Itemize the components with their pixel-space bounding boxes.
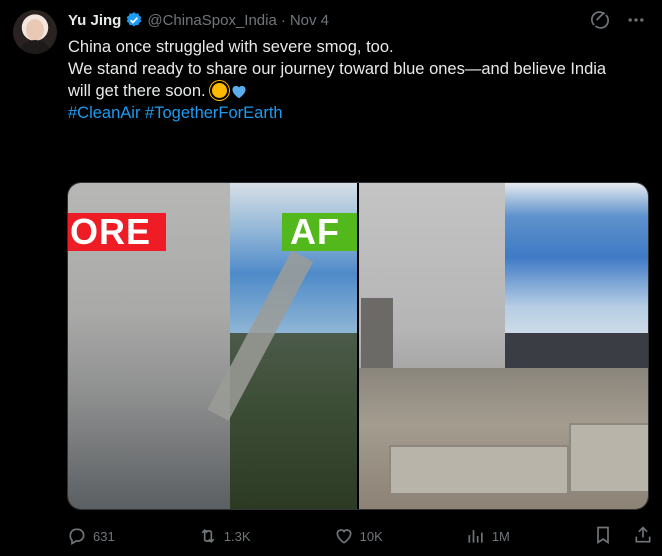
tweet-actions: 631 1.3K 10K 1M [67,524,653,548]
share-icon[interactable] [633,525,653,548]
like-button[interactable]: 10K [334,526,383,546]
media-image-buildings[interactable] [357,183,648,509]
rooftop [389,445,569,495]
separator-dot: · [280,11,286,29]
hashtags[interactable]: #CleanAir #TogetherForEarth [68,102,648,124]
tweet-text-fragment: will get there soon. [68,82,206,100]
bookmark-icon[interactable] [593,525,613,548]
views-icon [468,530,483,543]
avatar-body [21,40,49,54]
tweet-text-line: China once struggled with severe smog, t… [68,38,394,56]
like-icon [336,529,352,544]
tweet-media[interactable]: ORE AF [67,182,649,510]
repost-icon [201,528,215,544]
secondary-actions [593,525,653,548]
author-handle[interactable]: @ChinaSpox_India [147,12,276,29]
after-label: AF [282,213,357,251]
clear-sky-half [505,183,648,348]
verified-icon [125,11,143,29]
skyline [505,333,648,373]
avatar[interactable] [13,10,57,54]
reply-icon [69,528,85,545]
rooftop [569,423,648,493]
media-image-road[interactable]: ORE AF [68,183,357,509]
views-button[interactable]: 1M [466,526,510,546]
tweet-text: China once struggled with severe smog, t… [68,36,648,124]
more-icon[interactable] [626,10,646,30]
tweet-header: Yu Jing @ChinaSpox_India · Nov 4 [68,10,329,30]
repost-button[interactable]: 1.3K [198,526,251,546]
tweet-top-actions [590,10,646,30]
views-count: 1M [491,528,510,544]
grok-icon[interactable] [590,10,610,30]
like-count: 10K [359,528,383,544]
reply-count: 631 [93,528,115,544]
tweet-date[interactable]: Nov 4 [290,12,329,29]
avatar-face [26,19,44,41]
sun-emoji [212,83,228,98]
repost-count: 1.3K [223,528,251,544]
author-name[interactable]: Yu Jing [68,12,121,29]
tweet-text-line-last: will get there soon. [68,80,648,102]
before-label: ORE [68,213,166,251]
reply-button[interactable]: 631 [67,526,115,546]
tweet-text-line: We stand ready to share our journey towa… [68,60,607,78]
